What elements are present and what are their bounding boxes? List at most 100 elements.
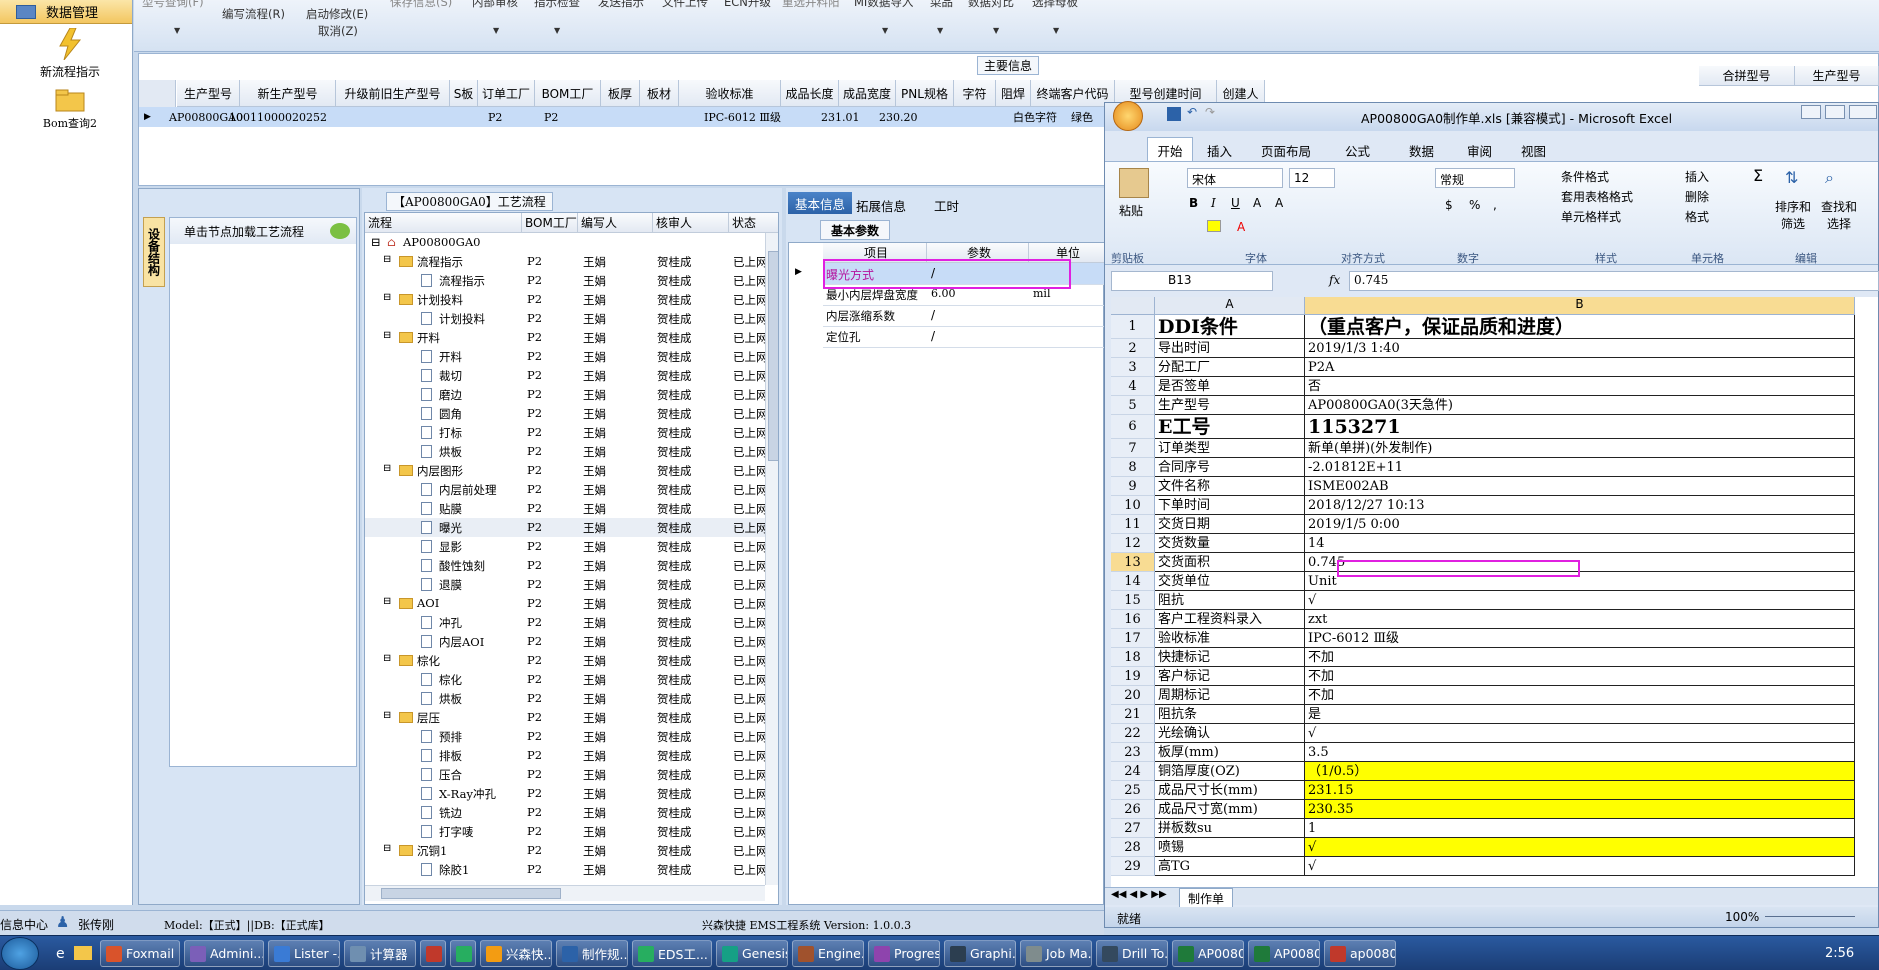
row-number[interactable]: 13 <box>1111 553 1155 572</box>
cell-b[interactable]: √ <box>1305 724 1855 743</box>
col-status[interactable]: 状态 <box>729 213 778 233</box>
row-number[interactable]: 12 <box>1111 534 1155 553</box>
cell-a[interactable]: 交货面积 <box>1155 553 1305 572</box>
edit-flow-button[interactable]: 编写流程(R) <box>222 6 285 22</box>
cell-b[interactable]: AP00800GA0(3天急件) <box>1305 396 1855 415</box>
row-number[interactable]: 8 <box>1111 458 1155 477</box>
tree-row[interactable]: ⊟ 计划投料 P2 王娟 贺桂成 已上网 <box>365 290 765 309</box>
data-compare-button[interactable]: 数据对比 <box>968 0 1014 10</box>
cell-a[interactable]: 快捷标记 <box>1155 648 1305 667</box>
taskbar-item[interactable]: AP0080... <box>1248 940 1320 967</box>
taskbar-item[interactable] <box>450 940 476 967</box>
col-pnl[interactable]: PNL规格 <box>896 80 954 107</box>
percent-icon[interactable]: % <box>1469 198 1480 212</box>
cell-style-button[interactable]: 单元格样式 <box>1561 208 1621 225</box>
chevron-down-icon[interactable]: ▼ <box>937 26 943 35</box>
tab-formulas[interactable]: 公式 <box>1345 141 1370 160</box>
tab-review[interactable]: 审阅 <box>1467 141 1492 160</box>
sheet-row[interactable]: 19 客户标记 不加 <box>1111 667 1878 686</box>
taskbar-item[interactable]: Lister -... <box>268 940 340 967</box>
row-number[interactable]: 27 <box>1111 819 1155 838</box>
collapse-icon[interactable]: ⊟ <box>383 596 391 607</box>
col-material[interactable]: 板材 <box>640 80 679 107</box>
tree-row[interactable]: 排板 P2 王娟 贺桂成 已上网 <box>365 746 765 765</box>
sheet-row[interactable]: 5 生产型号 AP00800GA0(3天急件) <box>1111 396 1878 415</box>
cell-order-factory[interactable]: P2 <box>488 111 502 124</box>
col-new-model[interactable]: 新生产型号 <box>240 80 336 107</box>
find-icon[interactable]: ⌕ <box>1825 168 1834 188</box>
internal-review-button[interactable]: 内部审核 <box>472 0 518 10</box>
sheet-row[interactable]: 7 订单类型 新单(单拼)(外发制作) <box>1111 439 1878 458</box>
chevron-down-icon[interactable]: ▼ <box>493 26 499 35</box>
new-flow-button[interactable]: 新流程指示 <box>20 27 120 80</box>
sheet-row[interactable]: 12 交货数量 14 <box>1111 534 1878 553</box>
tab-basic-info[interactable]: 基本信息 <box>788 192 852 214</box>
start-button[interactable] <box>1 937 39 970</box>
cell-b[interactable]: 2019/1/5 0:00 <box>1305 515 1855 534</box>
sheet-row[interactable]: 8 合同序号 -2.01812E+11 <box>1111 458 1878 477</box>
table-row[interactable]: ▶ AP00800GA0 10011000020252 P2 P2 IPC-60… <box>139 107 1243 127</box>
font-size-select[interactable]: 12 <box>1289 168 1335 188</box>
cell-b[interactable]: √ <box>1305 591 1855 610</box>
tree-row[interactable]: 铣边 P2 王娟 贺桂成 已上网 <box>365 803 765 822</box>
undo-icon[interactable]: ↶ <box>1187 105 1197 119</box>
file-upload-button[interactable]: 文件上传 <box>662 0 708 10</box>
chevron-down-icon[interactable]: ▼ <box>1053 26 1059 35</box>
font-name-select[interactable]: 宋体 <box>1187 168 1283 188</box>
cell-b[interactable]: 231.15 <box>1305 781 1855 800</box>
col-s-board[interactable]: S板 <box>450 80 478 107</box>
cell-b[interactable]: -2.01812E+11 <box>1305 458 1855 477</box>
cell-b[interactable]: 是 <box>1305 705 1855 724</box>
cell-b[interactable]: IPC-6012 Ⅲ级 <box>1305 629 1855 648</box>
sheet-row[interactable]: 25 成品尺寸长(mm) 231.15 <box>1111 781 1878 800</box>
collapse-icon[interactable]: ⊟ <box>371 235 381 249</box>
cell-b[interactable]: 14 <box>1305 534 1855 553</box>
row-number[interactable]: 18 <box>1111 648 1155 667</box>
tree-row[interactable]: 退膜 P2 王娟 贺桂成 已上网 <box>365 575 765 594</box>
row-number[interactable]: 6 <box>1111 415 1155 439</box>
status-info-center[interactable]: 信息中心 <box>0 916 48 933</box>
row-number[interactable]: 11 <box>1111 515 1155 534</box>
tree-row[interactable]: ⊟ 层压 P2 王娟 贺桂成 已上网 <box>365 708 765 727</box>
row-number[interactable]: 17 <box>1111 629 1155 648</box>
chevron-down-icon[interactable]: ▼ <box>993 26 999 35</box>
tab-extended-info[interactable]: 拓展信息 <box>856 196 906 215</box>
cell-b[interactable]: 1 <box>1305 819 1855 838</box>
chevron-down-icon[interactable]: ▼ <box>882 26 888 35</box>
row-number[interactable]: 9 <box>1111 477 1155 496</box>
cell-a[interactable]: 喷锡 <box>1155 838 1305 857</box>
conditional-format-button[interactable]: 条件格式 <box>1561 168 1609 185</box>
cell-b[interactable]: 新单(单拼)(外发制作) <box>1305 439 1855 458</box>
tree-row[interactable]: 压合 P2 王娟 贺桂成 已上网 <box>365 765 765 784</box>
taskbar-item[interactable]: Foxmail <box>100 940 180 967</box>
tab-data[interactable]: 数据 <box>1409 141 1434 160</box>
row-number[interactable]: 5 <box>1111 396 1155 415</box>
col-width[interactable]: 成品宽度 <box>839 80 896 107</box>
tree-row[interactable]: 贴膜 P2 王娟 贺桂成 已上网 <box>365 499 765 518</box>
row-number[interactable]: 19 <box>1111 667 1155 686</box>
cell-length[interactable]: 231.01 <box>821 111 860 124</box>
tree-row[interactable]: 烘板 P2 王娟 贺桂成 已上网 <box>365 689 765 708</box>
grow-font-icon[interactable]: A <box>1253 196 1261 210</box>
redo-icon[interactable]: ↷ <box>1205 105 1215 119</box>
table-format-button[interactable]: 套用表格格式 <box>1561 188 1633 205</box>
sheet-row[interactable]: 10 下单时间 2018/12/27 10:13 <box>1111 496 1878 515</box>
cell-b[interactable]: P2A <box>1305 358 1855 377</box>
scrollbar-thumb[interactable] <box>381 888 561 899</box>
currency-icon[interactable]: $ <box>1445 198 1453 212</box>
find-select-button[interactable]: 查找和选择 <box>1819 198 1859 232</box>
tree-row[interactable]: 冲孔 P2 王娟 贺桂成 已上网 <box>365 613 765 632</box>
col-merge-model[interactable]: 合拼型号 <box>1699 66 1795 86</box>
taskbar-item[interactable]: 制作规... <box>556 940 628 967</box>
sheet-row[interactable]: 29 高TG √ <box>1111 857 1878 876</box>
cell-standard[interactable]: IPC-6012 Ⅲ级 <box>704 109 781 125</box>
sheet-row[interactable]: 11 交货日期 2019/1/5 0:00 <box>1111 515 1878 534</box>
tab-view[interactable]: 视图 <box>1521 141 1546 160</box>
cell-b[interactable]: 否 <box>1305 377 1855 396</box>
tab-page-layout[interactable]: 页面布局 <box>1261 141 1311 160</box>
taskbar-item[interactable]: 兴森快... <box>480 940 552 967</box>
tree-row[interactable]: 内层前处理 P2 王娟 贺桂成 已上网 <box>365 480 765 499</box>
col-model[interactable]: 生产型号 <box>177 80 240 107</box>
sheet-row[interactable]: 2 导出时间 2019/1/3 1:40 <box>1111 339 1878 358</box>
taskbar-item[interactable]: 计算器 <box>344 940 416 967</box>
